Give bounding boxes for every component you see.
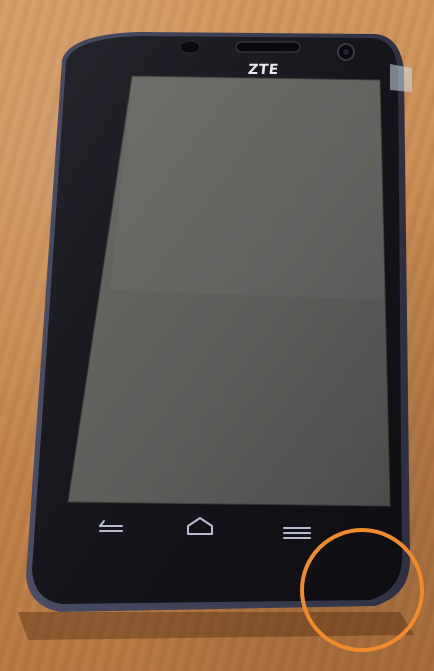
film-tab (390, 64, 412, 92)
camera-lens (343, 49, 349, 55)
brand-logo: ZTE (247, 62, 280, 78)
earpiece-speaker (235, 41, 301, 53)
screen-reflection (110, 76, 385, 300)
phone-shadow (18, 612, 414, 640)
proximity-sensor (179, 40, 201, 54)
phone-illustration (18, 32, 424, 652)
photo-scene: ZTE (0, 0, 434, 671)
